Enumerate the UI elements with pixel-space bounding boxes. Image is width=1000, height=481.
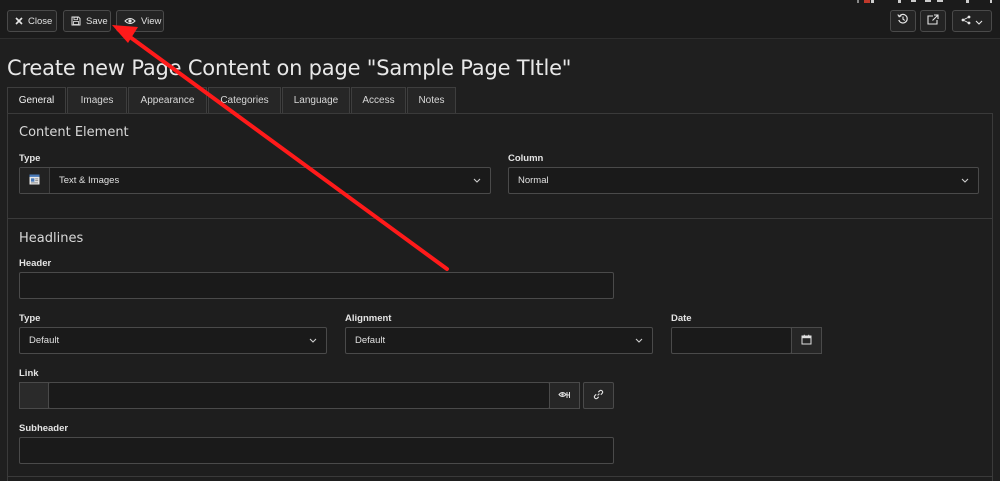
link-type-indicator	[19, 382, 49, 409]
link-input[interactable]	[48, 382, 550, 409]
header-type-value: Default	[29, 335, 60, 346]
subheader-input[interactable]	[19, 437, 614, 464]
alignment-label: Alignment	[345, 313, 392, 324]
eye-icon	[124, 17, 136, 25]
close-button-label: Close	[28, 15, 53, 27]
share-dropdown-button[interactable]	[952, 10, 992, 32]
subheader-label: Subheader	[19, 423, 69, 434]
open-in-new-window-button[interactable]	[920, 10, 946, 32]
column-label: Column	[508, 153, 544, 164]
header-type-select[interactable]: Default	[19, 327, 327, 354]
calendar-icon	[801, 332, 812, 350]
date-label: Date	[671, 313, 692, 324]
link-settings-button[interactable]	[549, 382, 580, 409]
content-type-select[interactable]: Text & Images	[19, 167, 491, 194]
tab-label: General	[18, 95, 55, 106]
save-button[interactable]: Save	[63, 10, 111, 32]
tab-label: Appearance	[140, 95, 195, 106]
tab-categories[interactable]: Categories	[208, 87, 281, 113]
date-picker-button[interactable]	[791, 327, 822, 354]
page-title: Create new Page Content on page "Sample …	[7, 56, 572, 80]
tab-general[interactable]: General	[7, 87, 66, 113]
section-divider	[7, 476, 993, 477]
chevron-down-icon	[626, 338, 652, 343]
close-button[interactable]: Close	[7, 10, 57, 32]
link-browser-button[interactable]	[583, 382, 614, 409]
element-browser-icon	[558, 387, 571, 405]
tab-label: Notes	[418, 95, 445, 106]
tab-language[interactable]: Language	[282, 87, 350, 113]
save-button-label: Save	[86, 15, 108, 27]
external-link-icon	[927, 12, 939, 30]
floppy-disk-icon	[71, 16, 81, 26]
header-label: Header	[19, 258, 52, 269]
header-input[interactable]	[19, 272, 614, 299]
tab-label: Language	[293, 95, 339, 106]
date-input[interactable]	[671, 327, 792, 354]
text-images-icon	[29, 174, 40, 188]
alignment-select[interactable]: Default	[345, 327, 653, 354]
tab-access[interactable]: Access	[351, 87, 406, 113]
link-icon	[593, 387, 604, 405]
history-icon	[897, 12, 909, 30]
chevron-down-icon	[975, 12, 983, 30]
link-label: Link	[19, 368, 39, 379]
history-button[interactable]	[890, 10, 916, 32]
close-icon	[15, 17, 23, 25]
view-button-label: View	[141, 15, 162, 27]
section-title-content-element: Content Element	[19, 125, 129, 140]
chevron-down-icon	[952, 178, 978, 183]
section-title-headlines: Headlines	[19, 231, 84, 246]
tab-label: Categories	[220, 95, 269, 106]
tab-label: Access	[362, 95, 395, 106]
tab-appearance[interactable]: Appearance	[128, 87, 207, 113]
module-toolbar: Close Save View	[0, 0, 1000, 39]
alignment-value: Default	[355, 335, 386, 346]
column-select[interactable]: Normal	[508, 167, 979, 194]
tab-label: Images	[80, 95, 114, 106]
chevron-down-icon	[464, 178, 490, 183]
chevron-down-icon	[300, 338, 326, 343]
column-value: Normal	[518, 175, 549, 186]
section-divider	[7, 218, 993, 219]
content-type-icon-box	[20, 168, 50, 193]
tab-notes[interactable]: Notes	[407, 87, 456, 113]
share-icon	[961, 12, 971, 30]
content-type-value: Text & Images	[59, 175, 120, 186]
tab-images[interactable]: Images	[67, 87, 127, 113]
type-label: Type	[19, 153, 41, 164]
view-button[interactable]: View	[116, 10, 164, 32]
header-type-label: Type	[19, 313, 41, 324]
tab-bar: General Images Appearance Categories Lan…	[7, 87, 457, 113]
clipped-toolbar-icons	[857, 0, 992, 3]
